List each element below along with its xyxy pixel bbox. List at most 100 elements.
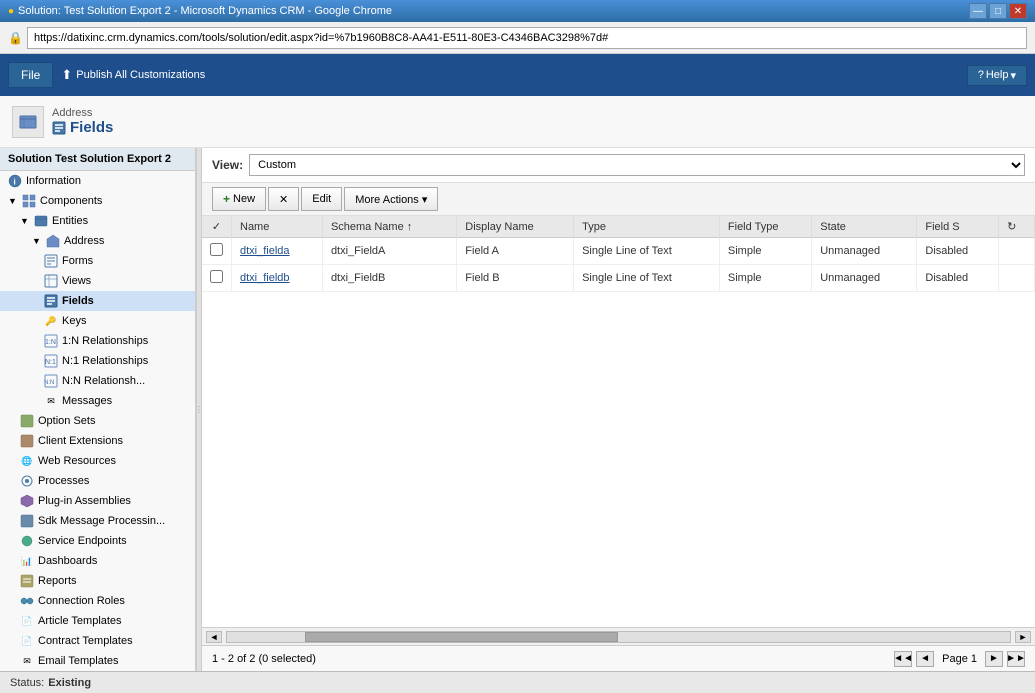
file-button[interactable]: File xyxy=(8,62,53,88)
scrollbar-thumb[interactable] xyxy=(305,632,618,642)
plugins-icon xyxy=(20,494,34,508)
col-display-name-header[interactable]: Display Name xyxy=(457,216,574,238)
next-page-button[interactable]: ► xyxy=(985,651,1003,667)
entities-arrow-icon: ▼ xyxy=(20,216,30,226)
table-row: dtxi_fielda dtxi_FieldA Field A Single L… xyxy=(202,238,1035,265)
edit-button[interactable]: Edit xyxy=(301,187,342,211)
sidebar-item-label-client-ext: Client Extensions xyxy=(38,435,123,447)
row-field-status: Disabled xyxy=(917,238,999,265)
web-resources-icon: 🌐 xyxy=(20,454,34,468)
row-checkbox[interactable] xyxy=(210,270,223,283)
help-button[interactable]: ? Help ▾ xyxy=(967,65,1027,86)
row-name: dtxi_fieldb xyxy=(232,265,323,292)
sidebar-item-plugins[interactable]: Plug-in Assemblies xyxy=(0,491,195,511)
last-page-button[interactable]: ►► xyxy=(1007,651,1025,667)
option-sets-icon xyxy=(20,414,34,428)
keys-icon: 🔑 xyxy=(44,314,58,328)
sidebar-item-label-messages: Messages xyxy=(62,395,112,407)
sidebar-item-forms[interactable]: Forms xyxy=(0,251,195,271)
col-type-header[interactable]: Type xyxy=(574,216,720,238)
col-refresh-header[interactable]: ↻ xyxy=(999,216,1035,238)
maximize-button[interactable]: □ xyxy=(989,3,1007,19)
sidebar-item-label-email-templates: Email Templates xyxy=(38,655,119,667)
col-field-status-header[interactable]: Field S xyxy=(917,216,999,238)
row-checkbox[interactable] xyxy=(210,243,223,256)
sidebar-item-reports[interactable]: Reports xyxy=(0,571,195,591)
sidebar-item-dashboards[interactable]: 📊 Dashboards xyxy=(0,551,195,571)
sidebar-item-sdk-message[interactable]: Sdk Message Processin... xyxy=(0,511,195,531)
row-check[interactable] xyxy=(202,238,232,265)
breadcrumb-parent: Address xyxy=(52,107,113,119)
row-field-status: Disabled xyxy=(917,265,999,292)
horizontal-scrollbar[interactable] xyxy=(226,631,1011,643)
sidebar-item-fields[interactable]: Fields xyxy=(0,291,195,311)
row-extra xyxy=(999,265,1035,292)
new-button[interactable]: + New xyxy=(212,187,266,211)
sidebar-item-views[interactable]: Views xyxy=(0,271,195,291)
delete-button[interactable]: ✕ xyxy=(268,187,299,211)
sidebar-item-address[interactable]: ▼ Address xyxy=(0,231,195,251)
sidebar-item-keys[interactable]: 🔑 Keys xyxy=(0,311,195,331)
sidebar-item-web-resources[interactable]: 🌐 Web Resources xyxy=(0,451,195,471)
sidebar-item-label-processes: Processes xyxy=(38,475,89,487)
sidebar-item-processes[interactable]: Processes xyxy=(0,471,195,491)
sidebar-item-label-plugins: Plug-in Assemblies xyxy=(38,495,131,507)
fields-table: ✓ Name Schema Name ↑ Display Name Type F… xyxy=(202,216,1035,292)
sidebar-item-label-sdk-message: Sdk Message Processin... xyxy=(38,515,165,527)
row-extra xyxy=(999,238,1035,265)
sidebar-item-connection-roles[interactable]: Connection Roles xyxy=(0,591,195,611)
scroll-right-button[interactable]: ► xyxy=(1015,631,1031,643)
sidebar-item-nn-rel[interactable]: N:N N:N Relationsh... xyxy=(0,371,195,391)
messages-icon: ✉ xyxy=(44,394,58,408)
view-select[interactable]: Custom All Fields Default Solution xyxy=(249,154,1025,176)
address-input[interactable] xyxy=(27,27,1027,49)
pagination-bar: 1 - 2 of 2 (0 selected) ◄◄ ◄ Page 1 ► ►► xyxy=(202,645,1035,671)
sidebar-item-label-service-endpoints: Service Endpoints xyxy=(38,535,127,547)
col-name-header[interactable]: Name xyxy=(232,216,323,238)
sidebar-item-service-endpoints[interactable]: Service Endpoints xyxy=(0,531,195,551)
col-state-header[interactable]: State xyxy=(812,216,917,238)
contract-templates-icon: 📄 xyxy=(20,634,34,648)
reports-icon xyxy=(20,574,34,588)
col-schema-name-header[interactable]: Schema Name ↑ xyxy=(322,216,456,238)
scroll-left-button[interactable]: ◄ xyxy=(206,631,222,643)
page-indicator: Page 1 xyxy=(942,653,977,665)
first-page-button[interactable]: ◄◄ xyxy=(894,651,912,667)
table-header-row: ✓ Name Schema Name ↑ Display Name Type F… xyxy=(202,216,1035,238)
sidebar-item-n1-rel[interactable]: N:1 N:1 Relationships xyxy=(0,351,195,371)
row-schema-name: dtxi_FieldA xyxy=(322,238,456,265)
service-endpoints-icon xyxy=(20,534,34,548)
title-bar-text: Solution: Test Solution Export 2 - Micro… xyxy=(18,5,392,17)
field-name-link[interactable]: dtxi_fieldb xyxy=(240,272,290,284)
sidebar-item-client-ext[interactable]: Client Extensions xyxy=(0,431,195,451)
row-check[interactable] xyxy=(202,265,232,292)
sidebar-item-email-templates[interactable]: ✉ Email Templates xyxy=(0,651,195,671)
row-type: Single Line of Text xyxy=(574,265,720,292)
help-icon: ? xyxy=(978,69,984,81)
email-templates-icon: ✉ xyxy=(20,654,34,668)
publish-button[interactable]: ⬆ Publish All Customizations xyxy=(61,67,205,83)
col-field-type-header[interactable]: Field Type xyxy=(719,216,811,238)
prev-page-button[interactable]: ◄ xyxy=(916,651,934,667)
more-actions-button[interactable]: More Actions ▾ xyxy=(344,187,438,211)
sidebar-item-label-entities: Entities xyxy=(52,215,88,227)
field-name-link[interactable]: dtxi_fielda xyxy=(240,245,290,257)
lock-icon: 🔒 xyxy=(8,31,23,45)
sidebar-item-label-dashboards: Dashboards xyxy=(38,555,97,567)
sidebar-item-article-templates[interactable]: 📄 Article Templates xyxy=(0,611,195,631)
close-button[interactable]: ✕ xyxy=(1009,3,1027,19)
col-check-header[interactable]: ✓ xyxy=(202,216,232,238)
sidebar-item-label-1n-rel: 1:N Relationships xyxy=(62,335,148,347)
sidebar-item-entities[interactable]: ▼ Entities xyxy=(0,211,195,231)
sidebar-item-messages[interactable]: ✉ Messages xyxy=(0,391,195,411)
sidebar-item-contract-templates[interactable]: 📄 Contract Templates xyxy=(0,631,195,651)
address-bar: 🔒 xyxy=(0,22,1035,54)
sidebar-item-components[interactable]: ▼ Components xyxy=(0,191,195,211)
sidebar-item-information[interactable]: i Information xyxy=(0,171,195,191)
entities-icon xyxy=(34,214,48,228)
sidebar-item-1n-rel[interactable]: 1:N 1:N Relationships xyxy=(0,331,195,351)
minimize-button[interactable]: — xyxy=(969,3,987,19)
breadcrumb-area: Address Fields xyxy=(0,96,1035,148)
sidebar-item-option-sets[interactable]: Option Sets xyxy=(0,411,195,431)
new-label: New xyxy=(233,193,255,205)
